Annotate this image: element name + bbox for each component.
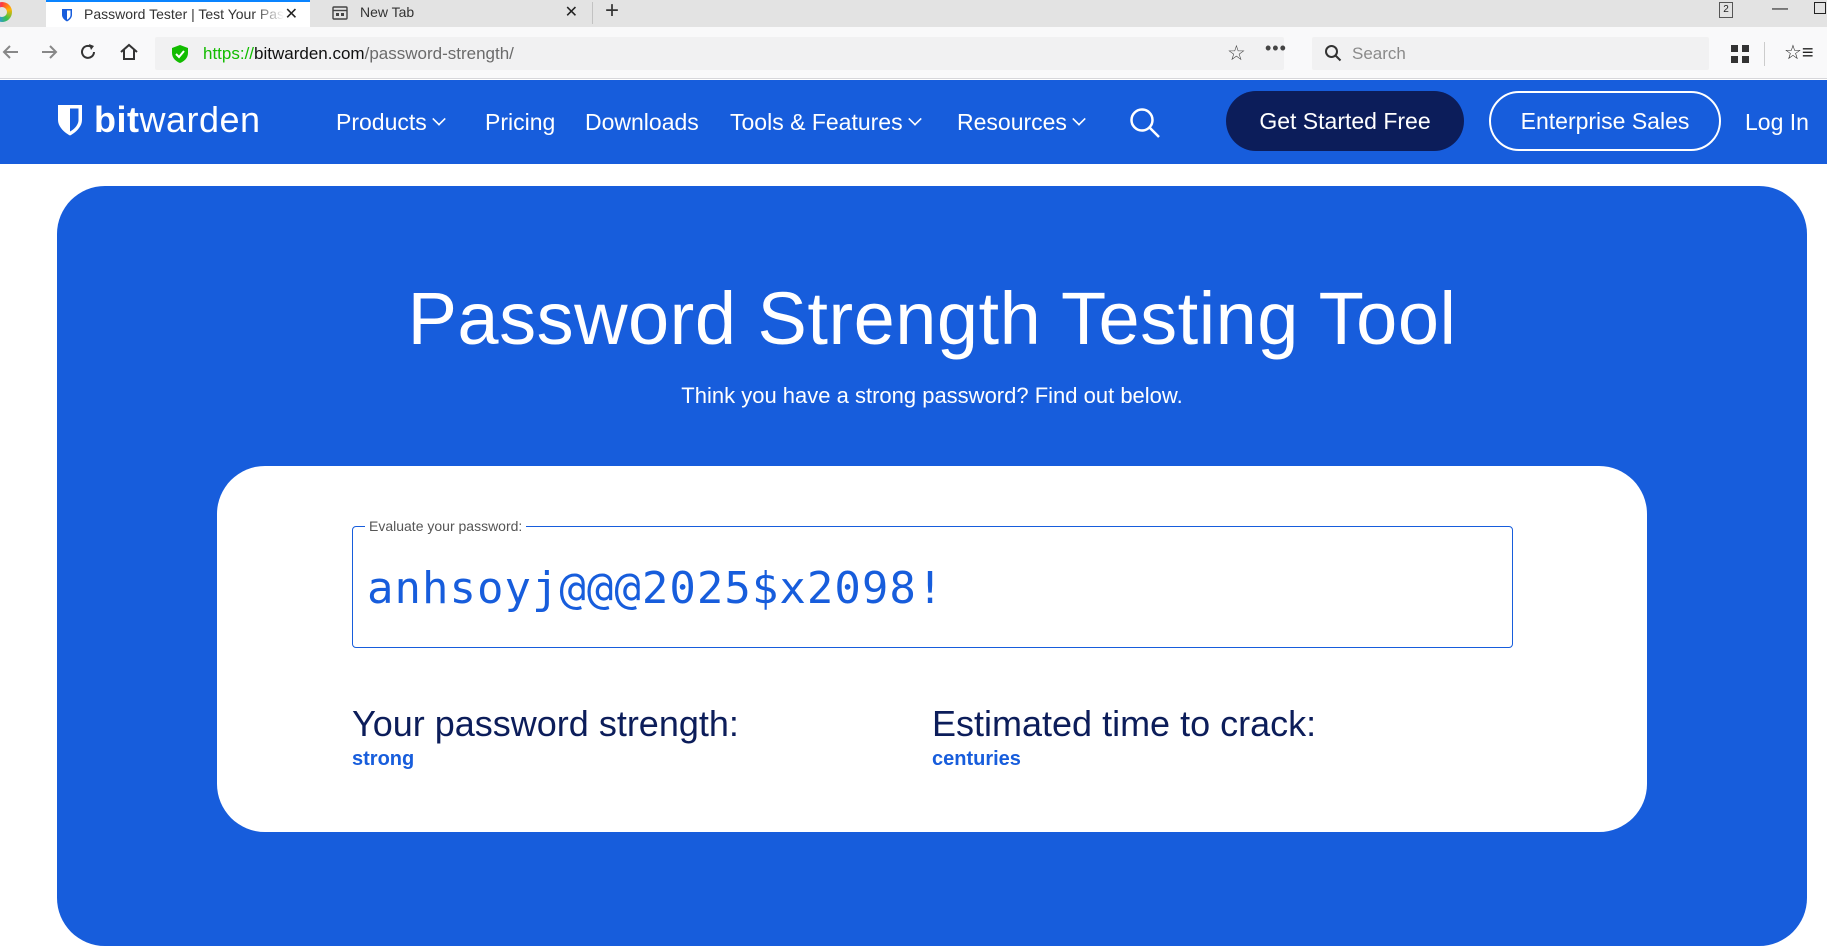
bitwarden-logo[interactable]: bitwarden [56, 100, 261, 140]
nav-label: Pricing [485, 109, 556, 135]
site-header: bitwarden Products Pricing Downloads Too… [0, 80, 1827, 164]
address-bar[interactable]: https://bitwarden.com/password-strength/… [155, 37, 1287, 70]
nav-label: Tools & Features [730, 109, 903, 135]
new-tab-favicon-icon [332, 6, 348, 20]
tab-new-tab[interactable]: New Tab ✕ [318, 0, 590, 27]
logo-wordmark-regular: warden [139, 99, 261, 140]
browser-logo-icon [0, 2, 12, 22]
nav-label: Resources [957, 109, 1067, 135]
url-text[interactable]: https://bitwarden.com/password-strength/ [203, 44, 514, 64]
maximize-icon[interactable] [1814, 2, 1826, 14]
search-icon[interactable] [1128, 106, 1162, 140]
tab-separator [592, 2, 593, 24]
tab-password-tester[interactable]: Password Tester | Test Your Password Str… [46, 0, 310, 27]
password-tester-card: Evaluate your password: Your password st… [217, 466, 1647, 832]
star-icon[interactable]: ☆ [1227, 41, 1246, 66]
url-host: bitwarden.com [254, 44, 365, 63]
bitwarden-shield-icon [58, 105, 82, 136]
new-tab-button[interactable]: + [600, 0, 624, 24]
password-field-frame[interactable]: Evaluate your password: [352, 517, 1513, 648]
strength-label: Your password strength: [352, 703, 739, 744]
strength-value: strong [352, 748, 415, 770]
enterprise-sales-button[interactable]: Enterprise Sales [1489, 91, 1721, 151]
browser-tabstrip: Password Tester | Test Your Password Str… [0, 0, 1827, 27]
nav-tools-features[interactable]: Tools & Features [730, 108, 922, 136]
bitwarden-favicon-icon [62, 9, 72, 22]
bookmarks-icon[interactable]: ☆≡ [1784, 40, 1814, 65]
url-path: /password-strength/ [364, 44, 514, 63]
logo-wordmark-bold: bit [94, 99, 140, 140]
url-scheme: https:// [203, 44, 255, 63]
more-icon[interactable]: ••• [1265, 38, 1287, 59]
get-started-free-button[interactable]: Get Started Free [1226, 91, 1464, 151]
forward-icon[interactable] [38, 41, 60, 63]
nav-resources[interactable]: Resources [957, 108, 1086, 136]
library-icon[interactable] [1731, 45, 1749, 63]
logo-wordmark: bitwarden [94, 100, 261, 140]
password-field-label: Evaluate your password: [365, 517, 527, 535]
home-icon[interactable] [118, 41, 140, 63]
close-tab-icon[interactable]: ✕ [285, 6, 298, 24]
page-title: Password Strength Testing Tool [407, 277, 1457, 360]
tab-title: Password Tester | Test Your Password Str… [84, 6, 284, 22]
search-placeholder: Search [1352, 44, 1406, 63]
back-icon[interactable] [0, 41, 22, 63]
nav-label: Downloads [585, 109, 699, 135]
crack-time-value: centuries [932, 748, 1021, 770]
window-count-badge[interactable]: 2 [1719, 2, 1733, 18]
nav-pricing[interactable]: Pricing [485, 108, 555, 136]
log-in-link[interactable]: Log In [1745, 108, 1809, 136]
hero-section: Password Strength Testing Tool Think you… [57, 186, 1807, 946]
password-input[interactable] [367, 557, 1487, 619]
nav-downloads[interactable]: Downloads [585, 108, 699, 136]
chevron-down-icon [907, 112, 922, 126]
page-subtitle: Think you have a strong password? Find o… [681, 383, 1183, 408]
chevron-down-icon [431, 112, 446, 126]
nav-products[interactable]: Products [336, 108, 446, 136]
nav-label: Products [336, 109, 427, 135]
reload-icon[interactable] [77, 41, 99, 63]
minimize-icon[interactable]: — [1772, 0, 1788, 18]
shield-icon[interactable] [171, 44, 189, 64]
search-icon [1325, 45, 1342, 62]
crack-time-label: Estimated time to crack: [932, 703, 1317, 744]
browser-search-bar[interactable]: Search [1312, 37, 1709, 70]
toolbar-separator [1764, 42, 1765, 66]
close-tab-icon[interactable]: ✕ [565, 4, 578, 22]
tab-title: New Tab [360, 4, 415, 20]
chevron-down-icon [1072, 112, 1086, 126]
